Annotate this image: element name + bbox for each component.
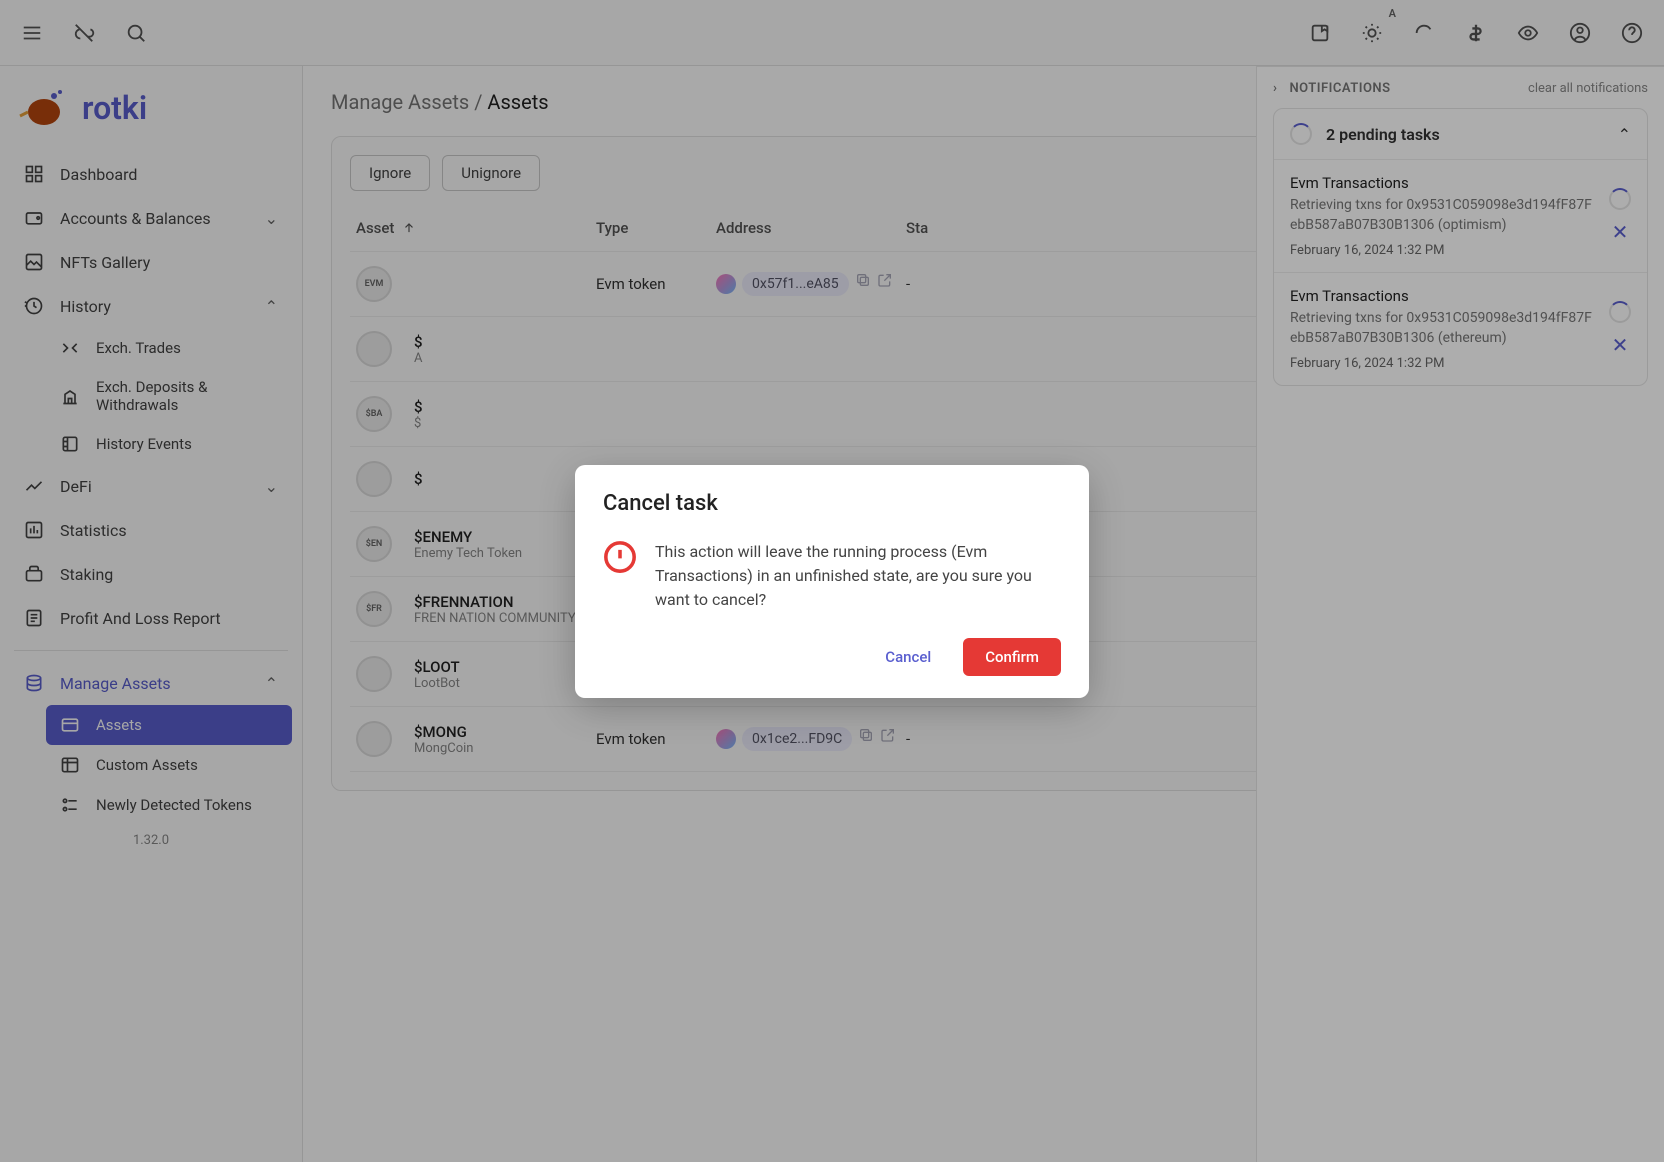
modal-text: This action will leave the running proce… [655,540,1061,612]
warning-icon [603,540,637,574]
cancel-task-modal: Cancel task This action will leave the r… [575,465,1089,698]
modal-confirm-button[interactable]: Confirm [963,638,1061,676]
modal-overlay: Cancel task This action will leave the r… [0,0,1664,1162]
modal-cancel-button[interactable]: Cancel [867,638,949,676]
modal-title: Cancel task [603,491,1061,516]
